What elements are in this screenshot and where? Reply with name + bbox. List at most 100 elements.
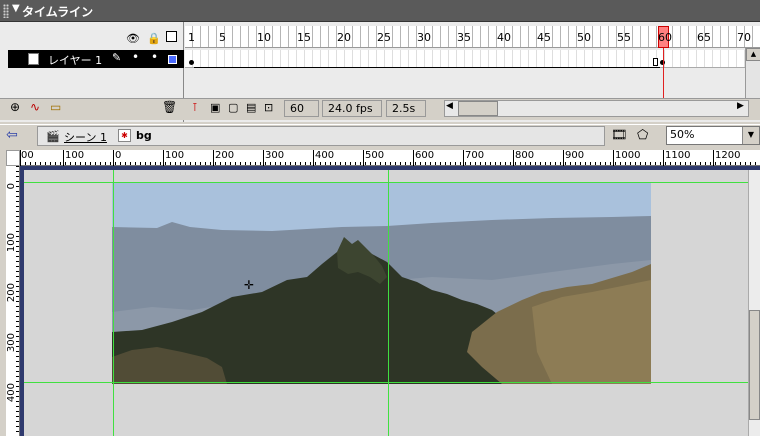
layer-name[interactable]: レイヤー 1 [48, 52, 102, 68]
pencil-icon: ✎ [112, 51, 122, 64]
panel-grip-icon[interactable] [3, 4, 9, 18]
end-frame-marker[interactable] [653, 58, 658, 66]
ruler-label: 300 [265, 150, 285, 161]
scroll-thumb[interactable] [458, 101, 498, 116]
scroll-left-arrow-icon[interactable]: ◀ [446, 101, 453, 111]
ruler-label: 1200 [715, 150, 741, 161]
frame-rate-field[interactable]: 24.0 fps [322, 100, 382, 117]
ruler-major-tick [63, 150, 64, 166]
frame-number: 20 [337, 31, 351, 44]
timeline-title: タイムライン [22, 5, 94, 19]
ruler-label: 1100 [665, 150, 691, 161]
ruler-major-tick [263, 150, 264, 166]
horizontal-ruler[interactable] [20, 150, 760, 166]
collapse-arrow-icon[interactable]: ▼ [12, 3, 20, 14]
add-layer-icon[interactable]: ⊕ [10, 100, 20, 116]
ruler-major-tick [663, 150, 664, 166]
ruler-label: 00 [21, 150, 34, 161]
frame-number: 70 [737, 31, 751, 44]
scroll-right-arrow-icon[interactable]: ▶ [737, 101, 744, 111]
keyframe-start[interactable] [189, 60, 194, 65]
frame-number: 45 [537, 31, 551, 44]
frame-number: 25 [377, 31, 391, 44]
breadcrumb-scene-link[interactable]: シーン 1 [64, 129, 107, 145]
scroll-up-arrow-icon[interactable]: ▲ [746, 48, 760, 61]
ruler-major-tick [313, 150, 314, 166]
ruler-major-tick [413, 150, 414, 166]
ruler-label: 300 [6, 333, 17, 353]
frame-number: 55 [617, 31, 631, 44]
edit-symbols-icon[interactable]: ⬠ [637, 128, 648, 143]
back-arrow-button[interactable]: ⇦ [6, 128, 28, 144]
ruler-major-tick [163, 150, 164, 166]
ruler-major-tick [113, 150, 114, 166]
show-hide-eye-icon[interactable]: 👁 [126, 32, 140, 45]
guide-line-bottom[interactable] [24, 382, 748, 383]
guide-line-left[interactable] [113, 170, 114, 436]
ruler-label: 1000 [615, 150, 641, 161]
registration-point-icon[interactable]: ✛ [244, 278, 254, 292]
frames-row[interactable] [185, 50, 745, 68]
edit-scene-icon[interactable]: 🎞 [611, 128, 628, 143]
frame-number: 50 [577, 31, 591, 44]
guide-line-top[interactable] [24, 182, 748, 183]
ruler-label: 200 [215, 150, 235, 161]
ruler-label: 100 [165, 150, 185, 161]
ruler-major-tick [513, 150, 514, 166]
ruler-label: 100 [65, 150, 85, 161]
add-guide-layer-icon[interactable]: ∿ [30, 100, 40, 116]
ruler-major-tick [713, 150, 714, 166]
add-folder-icon[interactable]: ▭ [50, 100, 61, 116]
breadcrumb-symbol-name[interactable]: bg [136, 129, 152, 142]
onion-skin-icon[interactable]: ▣ [210, 101, 220, 117]
modify-onion-markers-icon[interactable]: ⊡ [264, 101, 273, 117]
ruler-major-tick [613, 150, 614, 166]
timeline-vertical-scrollbar[interactable]: ▲ [745, 48, 760, 98]
graphic-symbol-icon: ✱ [118, 129, 131, 142]
scene-icon: 🎬 [46, 130, 60, 143]
delete-layer-icon[interactable]: 🗑 [162, 100, 177, 116]
landscape-image [112, 182, 651, 384]
ruler-label: 900 [565, 150, 585, 161]
ruler-label: 600 [415, 150, 435, 161]
frame-number: 60 [658, 31, 672, 44]
outline-toggle-icon[interactable] [166, 31, 177, 42]
ruler-label: 200 [6, 283, 17, 303]
ruler-label: 500 [365, 150, 385, 161]
playhead-line [663, 48, 664, 101]
ruler-label: 400 [315, 150, 335, 161]
frame-number: 1 [188, 31, 195, 44]
chevron-down-icon[interactable]: ▼ [742, 127, 759, 144]
landscape-bitmap[interactable] [112, 182, 651, 384]
ruler-major-tick [363, 150, 364, 166]
frame-number: 10 [257, 31, 271, 44]
ruler-label: 400 [6, 383, 17, 403]
stage-scroll-thumb[interactable] [749, 310, 760, 420]
ruler-label: 0 [6, 183, 17, 190]
current-frame-field: 60 [284, 100, 319, 117]
frame-number: 15 [297, 31, 311, 44]
frame-number: 30 [417, 31, 431, 44]
edit-multiple-frames-icon[interactable]: ▤ [246, 101, 256, 117]
ruler-label: 0 [115, 150, 122, 161]
frame-ruler[interactable] [185, 26, 760, 48]
ruler-corner [6, 150, 20, 166]
timeline-panel-header[interactable] [0, 0, 760, 22]
frame-number: 40 [497, 31, 511, 44]
layer-outline-color-icon[interactable] [168, 55, 177, 64]
lock-icon[interactable]: 🔒 [147, 32, 161, 45]
ruler-label: 800 [515, 150, 535, 161]
ruler-major-tick [213, 150, 214, 166]
frame-number: 5 [219, 31, 226, 44]
elapsed-time-field: 2.5s [386, 100, 426, 117]
ruler-label: 100 [6, 233, 17, 253]
center-frame-icon[interactable]: ⊺ [192, 101, 198, 117]
guide-line-center[interactable] [388, 170, 389, 436]
layer-icon [28, 53, 39, 65]
lock-dot-icon[interactable]: • [151, 50, 158, 64]
visibility-dot-icon[interactable]: • [132, 50, 139, 64]
onion-skin-outlines-icon[interactable]: ▢ [228, 101, 238, 117]
zoom-value: 50% [670, 128, 695, 141]
ruler-label: 700 [465, 150, 485, 161]
frame-span-line [194, 67, 660, 68]
